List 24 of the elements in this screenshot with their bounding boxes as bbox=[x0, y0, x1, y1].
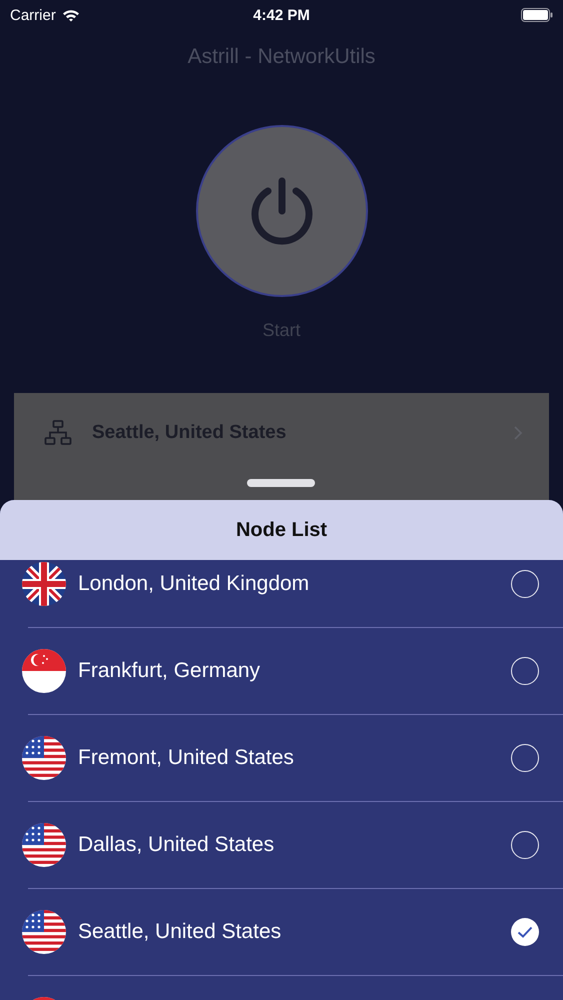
network-icon bbox=[44, 419, 72, 447]
clock-time: 4:42 PM bbox=[253, 6, 310, 24]
sheet-grabber[interactable] bbox=[247, 479, 315, 487]
node-name: Frankfurt, Germany bbox=[78, 659, 262, 683]
node-list-item[interactable]: Seattle, United States bbox=[0, 889, 563, 975]
node-list-item[interactable]: Frankfurt, Germany bbox=[0, 628, 563, 714]
node-name: Fremont, United States bbox=[78, 746, 295, 770]
node-list-item[interactable]: London, United Kingdom bbox=[0, 560, 563, 627]
flag-icon bbox=[22, 736, 66, 780]
flag-icon bbox=[22, 562, 66, 606]
node-list-item[interactable]: Fremont, United States bbox=[0, 715, 563, 801]
battery-icon bbox=[521, 8, 553, 22]
carrier-label: Carrier bbox=[10, 6, 56, 24]
wifi-icon bbox=[62, 8, 80, 22]
node-name: London, United Kingdom bbox=[78, 572, 310, 596]
sheet-title: Node List bbox=[236, 518, 328, 542]
power-icon bbox=[250, 177, 314, 245]
app-title: Astrill - NetworkUtils bbox=[186, 45, 376, 70]
node-list-item[interactable]: Dallas, United States bbox=[0, 802, 563, 888]
flag-icon bbox=[22, 823, 66, 867]
node-name: Seattle, United States bbox=[78, 920, 282, 944]
flag-icon bbox=[22, 910, 66, 954]
node-name: Dallas, United States bbox=[78, 833, 276, 857]
flag-icon bbox=[22, 649, 66, 693]
